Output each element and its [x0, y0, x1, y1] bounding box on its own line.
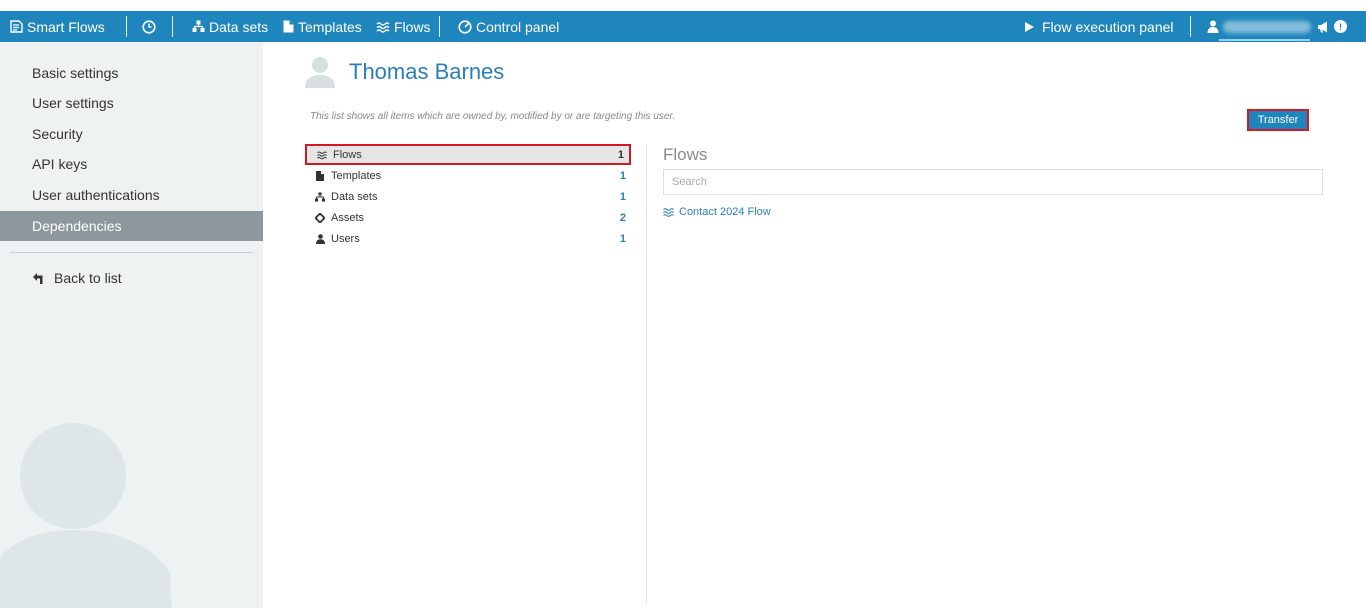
- sidebar-item-user-settings[interactable]: User settings: [0, 88, 263, 118]
- file-icon: [283, 20, 294, 33]
- nav-datasets[interactable]: Data sets: [192, 11, 268, 42]
- nav-templates[interactable]: Templates: [283, 11, 362, 42]
- gauge-icon: [458, 19, 472, 34]
- user-silhouette-icon: [0, 423, 172, 608]
- user-menu-underline: [1219, 39, 1310, 41]
- nav-flows-label: Flows: [394, 18, 431, 35]
- sidebar-item-label: Dependencies: [32, 218, 122, 234]
- nav-datasets-label: Data sets: [209, 18, 269, 35]
- dependency-count: 1: [619, 232, 626, 245]
- sidebar-item-api-keys[interactable]: API keys: [0, 149, 263, 179]
- search-input[interactable]: [663, 169, 1323, 195]
- sidebar-item-label: API keys: [32, 156, 88, 172]
- dependency-count: 1: [619, 190, 626, 203]
- nav-control-panel[interactable]: Control panel: [458, 11, 559, 42]
- clock-icon: [142, 19, 156, 34]
- smart-flows-logo-icon: [10, 20, 23, 33]
- dependency-count: 2: [619, 211, 626, 224]
- sidebar-item-basic-settings[interactable]: Basic settings: [0, 58, 263, 88]
- user-name-redacted: [1223, 20, 1311, 33]
- diamond-icon: [315, 212, 325, 223]
- sitemap-icon: [192, 20, 205, 32]
- sidebar-item-dependencies[interactable]: Dependencies: [0, 211, 263, 241]
- dependency-count: 1: [619, 169, 626, 182]
- file-icon: [315, 170, 325, 181]
- sidebar-item-label: Security: [32, 126, 83, 142]
- sidebar-item-label: Basic settings: [32, 65, 119, 81]
- user-menu[interactable]: [1207, 11, 1311, 42]
- result-item-contact-2024-flow[interactable]: Contact 2024 Flow: [663, 206, 771, 218]
- sidebar-item-label: User authentications: [32, 187, 160, 203]
- flows-icon: [663, 208, 674, 217]
- dependency-label: Users: [331, 232, 360, 245]
- dependency-item-assets[interactable]: Assets 2: [305, 207, 631, 228]
- sitemap-icon: [315, 191, 325, 202]
- user-icon: [315, 233, 325, 244]
- dependency-label: Flows: [333, 148, 362, 161]
- dependency-item-flows[interactable]: Flows 1: [305, 144, 631, 165]
- dependency-label: Data sets: [331, 190, 378, 203]
- nav-separator: [439, 16, 440, 37]
- transfer-button[interactable]: Transfer: [1247, 109, 1309, 131]
- play-icon: [1025, 21, 1034, 32]
- flow-execution-panel-link[interactable]: Flow execution panel: [1024, 11, 1174, 42]
- nav-separator: [1190, 16, 1191, 37]
- panel-divider: [646, 144, 647, 604]
- back-arrow-icon: [33, 272, 43, 284]
- user-icon: [1207, 20, 1219, 33]
- notifications-button[interactable]: !: [1317, 11, 1347, 42]
- dependency-label: Assets: [331, 211, 365, 224]
- back-to-list-link[interactable]: Back to list: [32, 268, 122, 288]
- user-avatar-icon: [305, 57, 335, 88]
- top-spacer: [0, 0, 1366, 11]
- results-panel-title: Flows: [663, 145, 708, 164]
- nav-templates-label: Templates: [298, 18, 362, 35]
- nav-separator: [172, 16, 173, 37]
- dependencies-description: This list shows all items which are owne…: [310, 111, 676, 122]
- dependency-item-users[interactable]: Users 1: [305, 228, 631, 249]
- dependency-category-list: Flows 1 Templates 1 Data sets 1 Assets 2…: [305, 144, 631, 249]
- nav-flows[interactable]: Flows: [376, 11, 431, 42]
- flow-execution-label: Flow execution panel: [1042, 18, 1174, 35]
- result-item-label: Contact 2024 Flow: [679, 206, 771, 218]
- top-navbar: Smart Flows Data sets Templates Flows Co…: [0, 11, 1366, 42]
- nav-separator: [126, 16, 127, 37]
- megaphone-icon: [1318, 21, 1327, 32]
- dependency-item-templates[interactable]: Templates 1: [305, 165, 631, 186]
- page-title: Thomas Barnes: [349, 59, 505, 84]
- dependency-label: Templates: [331, 169, 382, 182]
- nav-control-panel-label: Control panel: [476, 18, 560, 35]
- back-to-list-label: Back to list: [54, 270, 122, 286]
- flows-icon: [376, 21, 390, 33]
- brand-label: Smart Flows: [27, 18, 105, 35]
- dependency-item-datasets[interactable]: Data sets 1: [305, 186, 631, 207]
- history-button[interactable]: [142, 11, 156, 42]
- sidebar-item-user-authentications[interactable]: User authentications: [0, 180, 263, 210]
- flows-icon: [317, 150, 327, 160]
- brand-link[interactable]: Smart Flows: [10, 11, 105, 42]
- sidebar-item-security[interactable]: Security: [0, 119, 263, 149]
- sidebar-divider: [10, 252, 253, 253]
- settings-sidebar: Basic settings User settings Security AP…: [0, 42, 263, 608]
- sidebar-item-label: User settings: [32, 95, 114, 111]
- user-header: Thomas Barnes: [305, 56, 504, 88]
- notification-badge: !: [1334, 20, 1347, 33]
- dependency-count: 1: [617, 148, 624, 161]
